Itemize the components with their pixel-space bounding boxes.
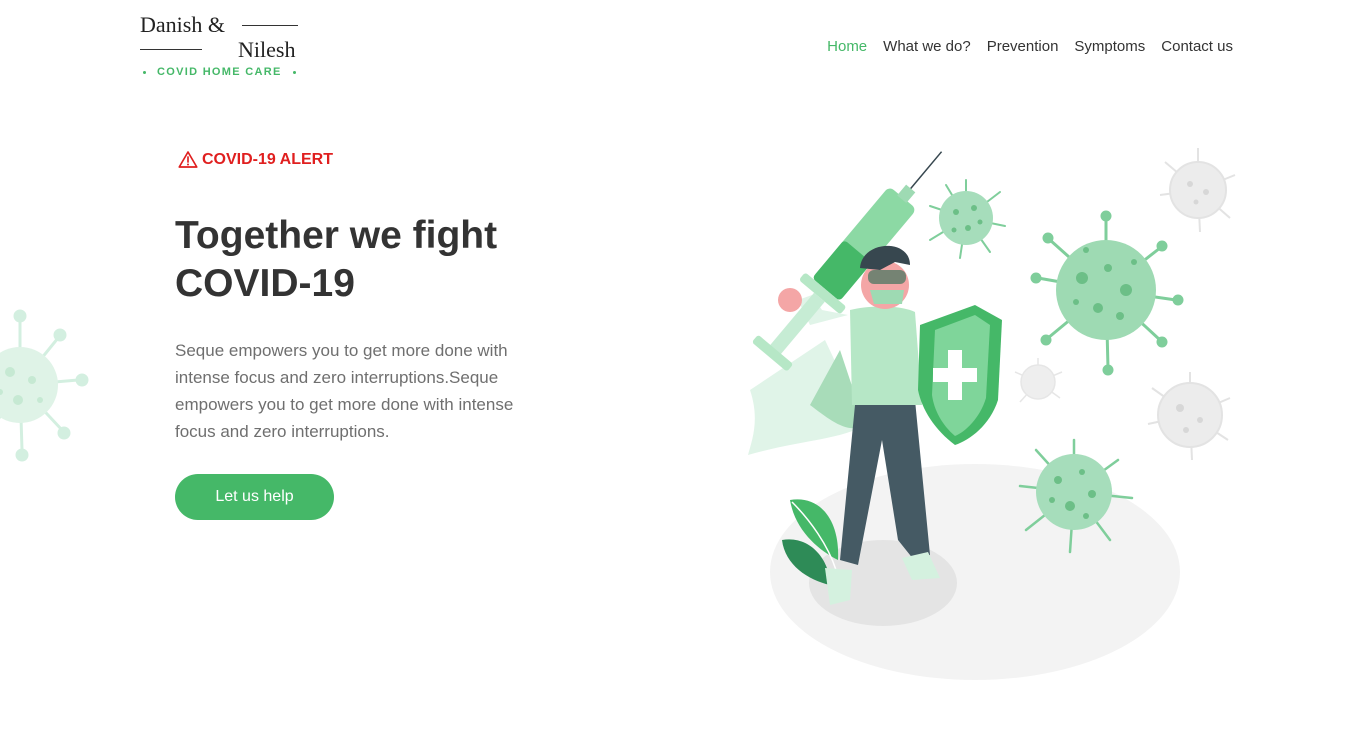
logo-tagline: COVID HOME CARE (157, 66, 282, 78)
hero-title-line-1: Together we fight (175, 214, 498, 257)
grey-virus-icon (1014, 358, 1063, 403)
logo-line-1: Danish & (140, 12, 225, 37)
virus-decoration-icon (0, 309, 89, 462)
doctor-vaccine-illustration (748, 148, 1236, 680)
warning-triangle-icon (178, 151, 198, 168)
alert-label: COVID-19 ALERT (202, 150, 333, 168)
grey-virus-icon (1147, 372, 1231, 461)
covid-alert: COVID-19 ALERT (178, 150, 333, 169)
shirt (850, 306, 922, 405)
nav-prevention[interactable]: Prevention (987, 38, 1059, 55)
bullet-dot-icon (292, 70, 296, 74)
goggles (868, 270, 906, 284)
shield-icon (918, 305, 1002, 445)
brand-logo[interactable]: Danish & Nilesh COVID HOME CARE (140, 12, 305, 82)
hero-title: Together we fight COVID-19 (175, 212, 595, 308)
nav-contact-us[interactable]: Contact us (1161, 38, 1233, 55)
grey-virus-icon (1159, 148, 1236, 233)
mask (870, 290, 904, 304)
hero-description: Seque empowers you to get more done with… (175, 341, 514, 441)
let-us-help-button[interactable]: Let us help (175, 474, 334, 520)
bullet-dot-icon (143, 70, 146, 74)
logo-rule (242, 25, 298, 26)
hero-title-line-2: COVID-19 (175, 262, 355, 305)
logo-rule (140, 49, 202, 50)
nav-symptoms[interactable]: Symptoms (1074, 38, 1145, 55)
hand (778, 288, 802, 312)
nav-what-we-do[interactable]: What we do? (883, 38, 971, 55)
nav-home[interactable]: Home (827, 38, 867, 55)
logo-line-2: Nilesh (238, 37, 296, 62)
logo-tagline-row: COVID HOME CARE (140, 66, 296, 78)
main-nav: Home What we do? Prevention Symptoms Con… (827, 38, 1233, 55)
